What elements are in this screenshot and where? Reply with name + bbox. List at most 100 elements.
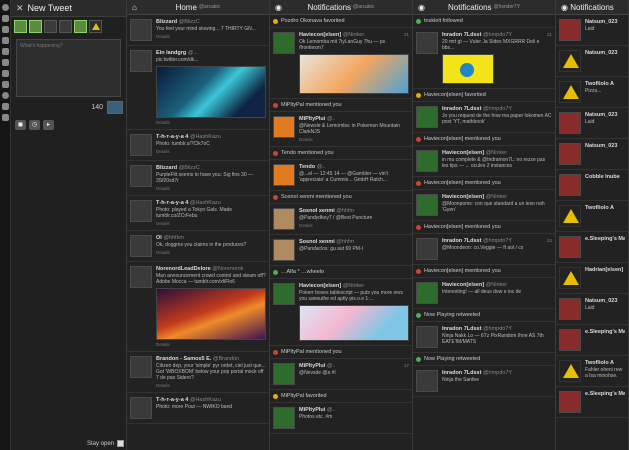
messages-icon[interactable] <box>2 37 9 44</box>
tweet-author[interactable]: Natsum_023 <box>585 19 625 25</box>
notifications-icon[interactable] <box>2 70 9 77</box>
tweet-author[interactable]: Cobble Inube <box>585 174 625 180</box>
add-column-icon[interactable] <box>2 114 9 121</box>
tweet-author[interactable]: e.Sleeping's Master <box>585 329 625 335</box>
notifications-icon[interactable]: ◉ <box>561 3 569 12</box>
avatar[interactable] <box>559 205 581 227</box>
tweet-item[interactable]: Sosnol xenmi @hhfm @Pandydkey7 / @Best Pu… <box>270 204 412 235</box>
tweet-author[interactable]: Т-h-т-а-у-а 4 @HashKazu <box>156 134 266 140</box>
tweet-author[interactable]: Ol @hhfkm <box>156 235 266 241</box>
tweet-item[interactable]: Inradon 7Ldsst @hmpdo7Y Ninja the Sanfee <box>413 366 555 397</box>
avatar[interactable] <box>559 50 581 72</box>
tweet-item[interactable]: MiPltyPlui @.. Photos etc. #m <box>270 403 412 434</box>
tweet-media[interactable] <box>156 288 266 340</box>
tweet-item[interactable]: Haviecon[elsen] @Ninker Pokerr boxes tabl… <box>270 279 412 346</box>
tweet-details-link[interactable]: Details <box>156 186 266 191</box>
tweet-item[interactable]: NorenordLeadDelore @Norenorok Man announc… <box>127 262 269 352</box>
tweet-author[interactable]: Natsum_023 <box>585 143 625 149</box>
tweet-item[interactable]: Т-h-т-а-у-а 4 @HashKazu Photo: tumblr.s/?… <box>127 130 269 161</box>
tweet-author[interactable]: Inradon 7Ldsst @hmpdo7Y <box>442 370 552 376</box>
tweet-author[interactable]: Haviecon[elsen] @Ninker <box>442 194 552 200</box>
tweet-author[interactable]: Haviecon[elsen] @Ninker <box>442 150 552 156</box>
tweet-item[interactable]: Inradon 7Ldsst @hmpdo7Y Jo you request de… <box>413 102 555 133</box>
lists-icon[interactable] <box>2 48 9 55</box>
avatar[interactable] <box>130 50 152 72</box>
tweet-details-link[interactable]: Details <box>156 342 266 347</box>
tweet-item[interactable]: Haviecon[elsen] @Ninker @Moonpoms: con qu… <box>413 190 555 221</box>
tweet-item[interactable]: Ein landgrg @... pic.twitter.com/dk... Det… <box>127 46 269 130</box>
avatar[interactable] <box>130 134 152 156</box>
location-icon[interactable]: ▸ <box>43 120 54 130</box>
avatar[interactable] <box>130 165 152 187</box>
user-icon[interactable] <box>2 103 9 110</box>
tweet-item[interactable]: Twofliolo A Fahler oheni rew a Isa minoh… <box>556 356 628 387</box>
avatar[interactable] <box>130 356 152 378</box>
tweet-author[interactable]: MiPltyPlui @.. <box>299 407 409 413</box>
tweet-author[interactable]: Inradon 7Ldsst @hmpdo7Y <box>442 326 552 332</box>
avatar[interactable] <box>273 407 295 429</box>
mentions-icon[interactable] <box>2 26 9 33</box>
tweet-author[interactable]: Sosnol xenmi @hhfm <box>299 239 409 245</box>
account-avatar-3[interactable] <box>44 20 57 33</box>
account-avatar-1[interactable] <box>14 20 27 33</box>
tweet-author[interactable]: Haviecon[elsen] @Ninker <box>442 282 552 288</box>
avatar[interactable] <box>416 194 438 216</box>
tweet-author[interactable]: Т-h-т-а-у-а 4 @HashKazu <box>156 397 266 403</box>
tweet-media[interactable] <box>299 54 409 94</box>
account-avatar-5[interactable] <box>74 20 87 33</box>
avatar[interactable] <box>559 360 581 382</box>
home-icon[interactable]: ⌂ <box>132 3 140 12</box>
avatar[interactable] <box>559 19 581 41</box>
tweet-item[interactable]: MiPltyPlui @.. @Newsle & Lemomba: in Poke… <box>270 112 412 147</box>
tweet-item[interactable]: Inradon 7Ldsst @hmpdo7Y @Moondeon: co.Veg… <box>413 234 555 265</box>
tweet-item[interactable]: e.Sleeping's Master <box>556 325 628 356</box>
avatar[interactable] <box>130 235 152 257</box>
send-button[interactable] <box>107 101 123 114</box>
avatar[interactable] <box>273 32 295 54</box>
camera-icon[interactable]: ◼ <box>15 120 26 130</box>
tweet-details-link[interactable]: Details <box>299 137 409 142</box>
avatar[interactable] <box>559 329 581 351</box>
tweet-details-link[interactable]: Details <box>156 34 266 39</box>
tweet-item[interactable]: Blizzard @BlizzC PurpleFlit seems to have… <box>127 161 269 196</box>
tweet-author[interactable]: Inradon 7Ldsst @hmpdo7Y <box>442 32 552 38</box>
tweet-item[interactable]: Haviecon[elsen] @Ninker Ok Lemomba mit 7i… <box>270 28 412 99</box>
tweet-author[interactable]: Natsum_023 <box>585 112 625 118</box>
tweet-textarea[interactable]: What's happening? <box>16 39 121 97</box>
tweet-author[interactable]: Twofliolo A <box>585 81 625 87</box>
avatar[interactable] <box>416 150 438 172</box>
avatar[interactable] <box>273 116 295 138</box>
tweet-author[interactable]: Sosnol xenmi @hhfm <box>299 208 409 214</box>
avatar[interactable] <box>416 282 438 304</box>
notifications-icon[interactable]: ◉ <box>418 3 426 12</box>
tweet-item[interactable]: Haviecon[elsen] @Ninker Interesting! — al… <box>413 278 555 309</box>
tweet-details-link[interactable]: Details <box>156 149 266 154</box>
avatar[interactable] <box>559 298 581 320</box>
timeline-icon[interactable] <box>2 15 9 22</box>
tweet-author[interactable]: e.Sleeping's Master <box>585 236 625 242</box>
tweet-item[interactable]: Twofliolo A <box>556 201 628 232</box>
tweet-details-link[interactable]: Details <box>156 221 266 226</box>
tweet-item[interactable]: e.Sleeping's Master <box>556 232 628 263</box>
tweet-item[interactable]: Natsum_023 <box>556 139 628 170</box>
avatar[interactable] <box>273 164 295 186</box>
tweet-author[interactable]: NorenordLeadDelore @Norenorok <box>156 266 266 272</box>
stay-open-toggle[interactable]: Stay open <box>87 440 125 447</box>
tweet-details-link[interactable]: Details <box>156 383 266 388</box>
avatar[interactable] <box>559 81 581 103</box>
tweet-media[interactable] <box>299 305 409 341</box>
avatar[interactable] <box>559 391 581 413</box>
tweet-author[interactable]: Blizzard @BlizzC <box>156 165 266 171</box>
tweet-author[interactable]: Haviecon[elsen] @Ninker <box>299 32 409 38</box>
tweet-author[interactable]: Brandon - Samos5 E. @Brandon <box>156 356 266 362</box>
tweet-item[interactable]: Sosnol xenmi @hhfm @Pandaclos: gu aut 69 … <box>270 235 412 266</box>
avatar[interactable] <box>273 363 295 385</box>
tweet-author[interactable]: Tendo @.. <box>299 164 409 170</box>
avatar[interactable] <box>130 200 152 222</box>
tweet-media[interactable] <box>442 54 494 84</box>
tweet-author[interactable]: MiPltyPlui @.. <box>299 363 409 369</box>
avatar[interactable] <box>559 174 581 196</box>
tweet-item[interactable]: Tendo @.. @...el — 12:45 14 — @Gambler — … <box>270 160 412 191</box>
tweet-item[interactable]: MiPltyPlui @.. @Nevsde @a #l 17 <box>270 359 412 390</box>
avatar[interactable] <box>130 266 152 288</box>
